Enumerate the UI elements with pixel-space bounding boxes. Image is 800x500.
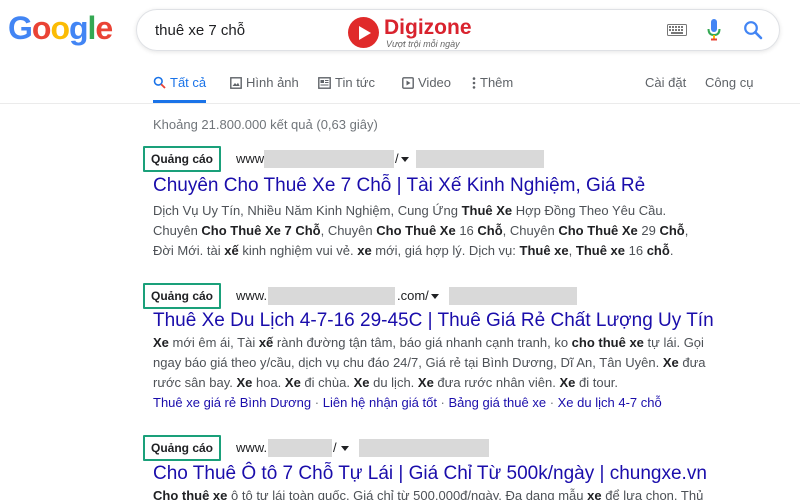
tab-videos[interactable]: Video xyxy=(402,75,451,103)
ad-result: Quảng cáo www / Chuyên Cho Thuê Xe 7 Chỗ… xyxy=(143,146,773,258)
ad-result: Quảng cáo www. / Cho Thuê Ô tô 7 Chỗ Tự … xyxy=(143,435,773,500)
snippet-line: Dịch Vụ Uy Tín, Nhiều Năm Kinh Nghiệm, C… xyxy=(153,203,667,218)
redacted-url-block xyxy=(359,439,489,457)
search-tabs: Tất cả Hình ảnh Tin tức Video Thêm Cài đ… xyxy=(0,60,800,104)
url-suffix: / xyxy=(395,151,399,166)
tab-label: Hình ảnh xyxy=(246,75,299,90)
tab-more[interactable]: Thêm xyxy=(472,75,513,103)
more-vert-icon xyxy=(472,77,476,89)
microphone-icon[interactable] xyxy=(707,19,721,41)
snippet-line: ngay báo giá theo y/cầu, dịch vụ chu đáo… xyxy=(153,355,706,370)
url-suffix: / xyxy=(333,440,337,455)
sitelink[interactable]: Xe du lịch 4-7 chỗ xyxy=(558,395,662,410)
tools-link[interactable]: Công cụ xyxy=(705,75,753,90)
result-snippet: Dịch Vụ Uy Tín, Nhiều Năm Kinh Nghiệm, C… xyxy=(153,201,773,261)
search-icon[interactable] xyxy=(743,20,763,40)
logo-letter: l xyxy=(87,10,97,46)
sitelink[interactable]: Thuê xe giá rẻ Bình Dương xyxy=(153,395,311,410)
tab-label: Tất cả xyxy=(170,75,207,90)
snippet-line: Cho thuê xe ô tô tự lái toàn quốc. Giá c… xyxy=(153,488,704,500)
url-dropdown-icon[interactable] xyxy=(401,157,409,162)
redacted-url-block xyxy=(268,287,395,305)
search-icon xyxy=(153,76,166,89)
redacted-url-block xyxy=(449,287,577,305)
redacted-url-block xyxy=(416,150,544,168)
keyboard-icon[interactable] xyxy=(667,24,687,36)
ad-url-line: Quảng cáo www. / xyxy=(143,435,773,461)
image-icon xyxy=(230,77,242,89)
video-icon xyxy=(402,77,414,89)
search-box: Digizone Vượt trội mỗi ngày xyxy=(136,9,780,51)
logo-letter: o xyxy=(50,10,70,46)
ad-badge: Quảng cáo xyxy=(143,146,222,172)
watermark-name: Digizone xyxy=(384,16,472,39)
result-snippet: Cho thuê xe ô tô tự lái toàn quốc. Giá c… xyxy=(153,486,773,500)
tab-images[interactable]: Hình ảnh xyxy=(230,75,299,103)
logo-letter: G xyxy=(8,10,33,46)
url-dropdown-icon[interactable] xyxy=(341,446,349,451)
tab-label: Tin tức xyxy=(335,75,376,90)
redacted-url-block xyxy=(268,439,332,457)
digizone-watermark: Digizone Vượt trội mỗi ngày xyxy=(348,16,483,50)
ad-result: Quảng cáo www. .com/ Thuê Xe Du Lịch 4-7… xyxy=(143,283,773,410)
logo-letter: g xyxy=(68,10,89,46)
url-suffix: .com/ xyxy=(397,288,429,303)
snippet-line: rước sân bay. Xe hoa. Xe đi chùa. Xe du … xyxy=(153,375,619,390)
logo-letter: o xyxy=(31,10,52,46)
url-dropdown-icon[interactable] xyxy=(431,294,439,299)
result-title[interactable]: Thuê Xe Du Lịch 4-7-16 29-45C | Thuê Giá… xyxy=(153,310,714,332)
tab-label: Video xyxy=(418,75,452,90)
ad-badge: Quảng cáo xyxy=(143,435,222,461)
news-icon xyxy=(318,77,331,89)
active-tab-indicator xyxy=(153,100,207,103)
url-prefix: www. xyxy=(236,288,268,303)
snippet-line: Chuyên Cho Thuê Xe 7 Chỗ, Chuyên Cho Thu… xyxy=(153,223,689,238)
sitelink[interactable]: Bảng giá thuê xe xyxy=(449,395,547,410)
url-prefix: www. xyxy=(236,440,268,455)
sitelink[interactable]: Liên hệ nhận giá tốt xyxy=(323,395,437,410)
redacted-url-block xyxy=(264,150,394,168)
url-prefix: www xyxy=(236,151,265,166)
tab-label: Thêm xyxy=(480,75,514,90)
ad-url-line: Quảng cáo www. .com/ xyxy=(143,283,773,309)
digizone-play-icon xyxy=(348,17,379,48)
ad-badge: Quảng cáo xyxy=(143,283,222,309)
result-title[interactable]: Cho Thuê Ô tô 7 Chỗ Tự Lái | Giá Chỉ Từ … xyxy=(153,463,707,485)
ad-url-line: Quảng cáo www / xyxy=(143,146,773,172)
result-stats: Khoảng 21.800.000 kết quả (0,63 giây) xyxy=(153,117,378,132)
settings-link[interactable]: Cài đặt xyxy=(645,75,686,90)
logo-letter: e xyxy=(95,10,113,46)
sitelinks: Thuê xe giá rẻ Bình Dương · Liên hệ nhận… xyxy=(153,395,662,410)
snippet-line: Đời Mới. tài xế kinh nghiệm vui vẻ. xe m… xyxy=(153,243,674,258)
snippet-line: Xe mới êm ái, Tài xế rành đường tận tâm,… xyxy=(153,335,704,350)
google-logo[interactable]: Google xyxy=(8,10,113,46)
result-title[interactable]: Chuyên Cho Thuê Xe 7 Chỗ | Tài Xế Kinh N… xyxy=(153,175,645,197)
watermark-tagline: Vượt trội mỗi ngày xyxy=(386,39,460,49)
tab-news[interactable]: Tin tức xyxy=(318,75,375,103)
tab-all[interactable]: Tất cả xyxy=(153,75,207,103)
result-snippet: Xe mới êm ái, Tài xế rành đường tận tâm,… xyxy=(153,333,773,393)
